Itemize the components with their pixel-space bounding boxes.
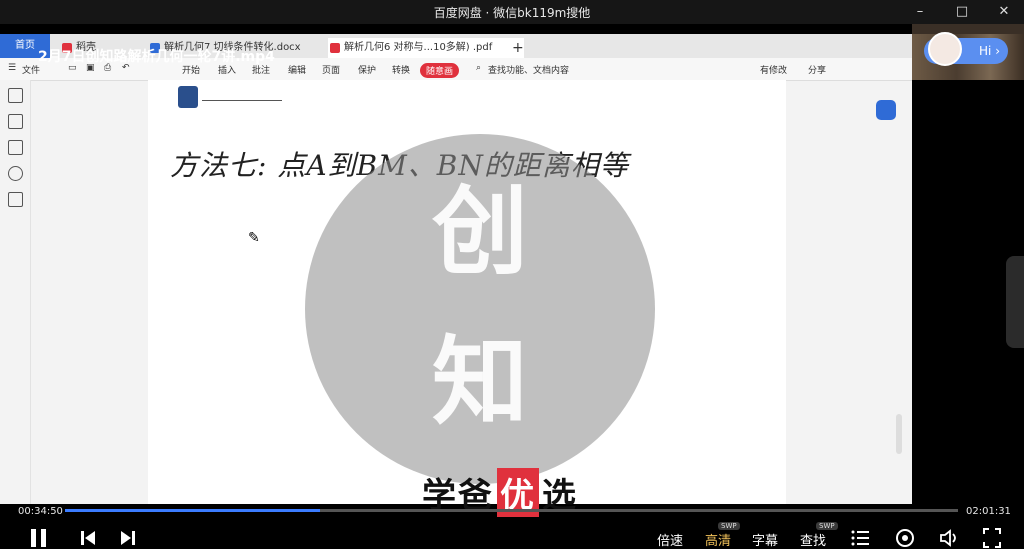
toolbar-page: 页面 (322, 66, 341, 76)
progress-fill (65, 509, 321, 512)
toolbar-edit: 编辑 (288, 66, 307, 76)
speed-button[interactable]: 倍速 (657, 530, 683, 549)
close-button[interactable]: ✕ (992, 0, 1016, 24)
pdf-icon (330, 43, 340, 53)
progress-bar[interactable] (65, 509, 958, 512)
toolbar-protect: 保护 (358, 66, 377, 76)
attachment-icon (8, 166, 23, 181)
watermark-char-1: 创 (432, 175, 528, 288)
toolbar-revise: 有修改 (760, 66, 788, 76)
maximize-button[interactable]: □ (950, 0, 974, 24)
pen-cursor-icon: ✎ (248, 230, 260, 246)
video-title: 2月7日创知路解析几何一轮7讲.mp4 (38, 49, 275, 65)
toolbar-beauty: 随意画 (420, 63, 460, 78)
fullscreen-icon[interactable] (982, 527, 1002, 549)
watermark-circle: 创 知 (305, 134, 655, 484)
logo-text (202, 92, 282, 101)
volume-icon[interactable] (938, 527, 960, 549)
total-time: 02:01:31 (966, 506, 1011, 517)
window-titlebar: 百度网盘 · 微信bk119m搜他 – □ ✕ (0, 0, 1024, 24)
comment-icon (8, 140, 23, 155)
ai-assistant-icon (876, 100, 896, 120)
assistant-avatar (928, 32, 962, 66)
assistant-label: Hi (979, 44, 992, 58)
toolbar-share: 分享 (808, 66, 827, 76)
signature-icon (8, 192, 23, 207)
danmaku-icon[interactable] (894, 527, 916, 549)
brand-watermark: 学爸 优 选 (422, 467, 578, 517)
new-tab-icon: + (512, 40, 524, 56)
video-stage[interactable]: 首页 稻壳 解析几何7 切线条件转化.docx 解析几何6 对称与...10多解… (0, 24, 1024, 549)
watermark-char-2: 知 (432, 325, 528, 438)
next-icon[interactable] (118, 527, 138, 549)
school-logo (178, 86, 198, 108)
side-panel-handle[interactable] (1006, 256, 1024, 348)
playlist-icon[interactable] (850, 527, 870, 549)
pause-icon[interactable] (28, 527, 50, 549)
doc-scrollbar (896, 414, 902, 454)
tab-pdf: 解析几何6 对称与...10多解) .pdf (328, 38, 524, 58)
thumbnail-icon (8, 114, 23, 129)
current-time: 00:34:50 (18, 506, 63, 517)
minimize-button[interactable]: – (908, 0, 932, 24)
previous-icon[interactable] (78, 527, 98, 549)
quality-button[interactable]: 高清 (705, 530, 731, 549)
search-button[interactable]: 查找 (800, 530, 826, 549)
search-icon: ⌕ (476, 63, 482, 73)
window-title: 百度网盘 · 微信bk119m搜他 (433, 6, 591, 20)
toolbar-search: 查找功能、文档内容 (488, 66, 570, 76)
toolbar-convert: 转换 (392, 66, 411, 76)
swp-badge-2: SWP (816, 522, 838, 530)
tab-pdf-label: 解析几何6 对称与...10多解) .pdf (344, 42, 493, 53)
menu-icon: ☰ (8, 63, 17, 73)
bookmark-icon (8, 88, 23, 103)
swp-badge-1: SWP (718, 522, 740, 530)
subtitle-button[interactable]: 字幕 (752, 530, 778, 549)
doc-left-sidebar (0, 80, 31, 504)
